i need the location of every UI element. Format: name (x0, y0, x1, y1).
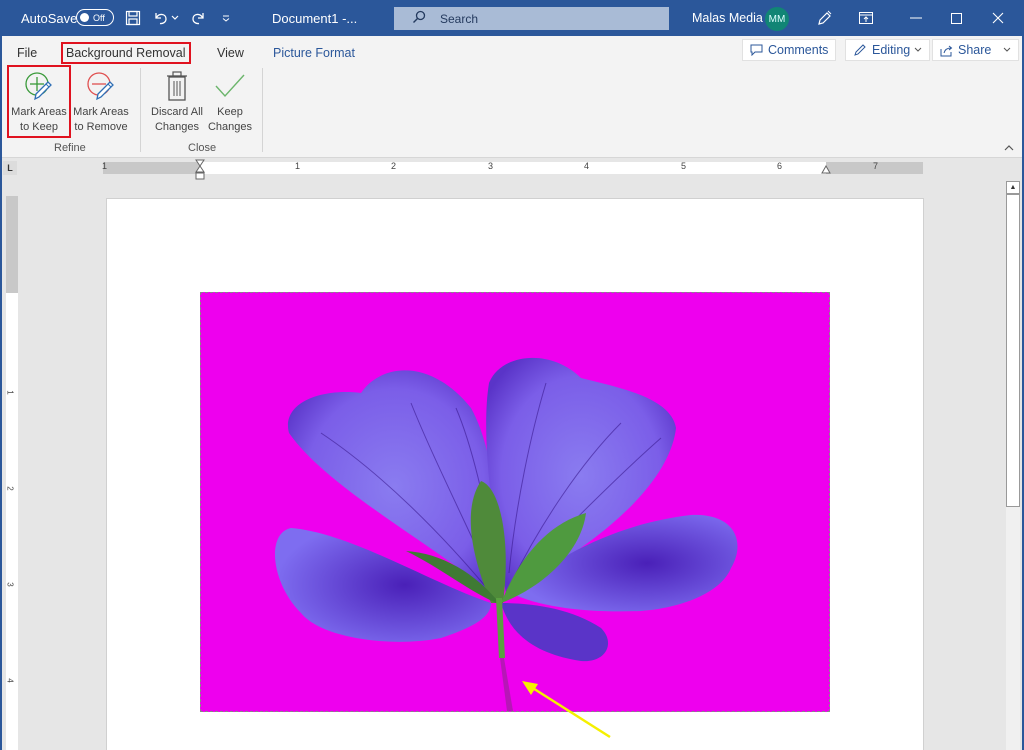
ruler-label: 1 (5, 390, 15, 395)
ruler-label: 1 (295, 161, 301, 171)
ruler-label: 3 (5, 582, 15, 587)
checkmark-icon (212, 68, 248, 104)
top-margin-area (6, 196, 18, 293)
editing-mode-button[interactable]: Editing (845, 39, 931, 61)
keep-line2: Changes (207, 121, 253, 133)
petal (501, 603, 609, 662)
pencil-icon (854, 44, 866, 56)
vertical-scrollbar[interactable]: ▲ (1006, 181, 1020, 750)
redo-icon[interactable] (188, 8, 208, 28)
group-label-close: Close (188, 142, 217, 154)
ribbon: File Background Removal View Picture For… (0, 36, 1024, 158)
tab-view[interactable]: View (217, 42, 244, 64)
discard-line1: Discard All (151, 106, 203, 118)
discard-line2: Changes (154, 121, 200, 133)
mark-keep-highlight (7, 65, 71, 138)
ruler-area: L 1 1 2 3 4 5 6 7 (0, 158, 1024, 180)
group-label-refine: Refine (54, 142, 86, 154)
share-button[interactable]: Share (932, 39, 1020, 61)
scroll-up-icon[interactable]: ▲ (1006, 181, 1020, 194)
tab-picture-format[interactable]: Picture Format (273, 42, 355, 64)
mark-remove-line2: to Remove (74, 121, 128, 133)
share-icon (940, 45, 953, 56)
ribbon-display-options-icon[interactable] (846, 0, 886, 36)
close-icon[interactable] (978, 0, 1018, 36)
document-title: Document1 -... (272, 10, 358, 26)
toggle-knob (80, 13, 89, 22)
tab-selector-button[interactable]: L (3, 161, 17, 175)
group-separator (262, 68, 263, 152)
customize-quick-access-icon[interactable] (216, 8, 236, 28)
ruler-label: 5 (681, 161, 687, 171)
ruler-label: 1 (102, 161, 108, 171)
save-icon[interactable] (123, 8, 143, 28)
horizontal-ruler[interactable]: 1 1 2 3 4 5 6 7 (102, 159, 923, 180)
share-label: Share (958, 43, 992, 57)
autosave-state: Off (93, 12, 105, 23)
tab-file[interactable]: File (17, 42, 37, 64)
group-separator (140, 68, 141, 152)
right-indent-marker[interactable] (821, 165, 831, 174)
annotation-arrow (522, 681, 611, 739)
keep-changes-button[interactable]: Keep Changes (203, 68, 257, 135)
comments-button[interactable]: Comments (742, 39, 837, 61)
comment-icon (750, 44, 763, 56)
mark-remove-icon (83, 68, 119, 104)
ruler-label: 3 (488, 161, 494, 171)
ruler-label: 6 (777, 161, 783, 171)
search-icon (412, 10, 426, 27)
ruler-label: 4 (584, 161, 590, 171)
user-avatar[interactable]: MM (765, 7, 789, 31)
ruler-label: 4 (5, 678, 15, 683)
autosave-toggle[interactable]: Off (76, 9, 114, 26)
mark-areas-to-remove-button[interactable]: Mark Areas to Remove (71, 68, 131, 135)
editing-label: Editing (872, 43, 911, 57)
pen-icon[interactable] (804, 0, 844, 36)
autosave-label: AutoSave (21, 10, 78, 26)
search-placeholder: Search (440, 11, 479, 26)
undo-dropdown-icon[interactable] (168, 8, 182, 28)
ruler-label: 2 (5, 486, 15, 491)
ruler-label: 2 (391, 161, 397, 171)
tab-background-removal[interactable]: Background Removal (61, 42, 191, 64)
maximize-icon[interactable] (936, 0, 976, 36)
window-border-left (0, 0, 2, 750)
collapse-ribbon-icon[interactable] (1004, 142, 1014, 154)
keep-line1: Keep (217, 106, 243, 118)
flower-picture-background-removal[interactable] (200, 292, 830, 712)
mark-remove-line1: Mark Areas (73, 106, 129, 118)
trash-icon (159, 68, 195, 104)
left-margin-area (103, 162, 200, 174)
chevron-down-icon (914, 47, 922, 52)
indent-marker[interactable] (195, 159, 205, 181)
flower-image (274, 357, 738, 711)
discard-all-changes-button[interactable]: Discard All Changes (147, 68, 207, 135)
chevron-down-icon (1004, 47, 1011, 52)
word-window: AutoSave Off Document1 -... Search Malas… (0, 0, 1024, 750)
scrollbar-thumb[interactable] (1006, 194, 1020, 507)
vertical-ruler[interactable]: 1 2 3 4 (6, 196, 18, 750)
minimize-icon[interactable] (896, 0, 936, 36)
title-bar: AutoSave Off Document1 -... Search Malas… (0, 0, 1024, 36)
search-box[interactable]: Search (394, 7, 669, 30)
comments-label: Comments (768, 43, 829, 57)
ruler-label: 7 (873, 161, 879, 171)
user-name[interactable]: Malas Media (692, 0, 763, 36)
